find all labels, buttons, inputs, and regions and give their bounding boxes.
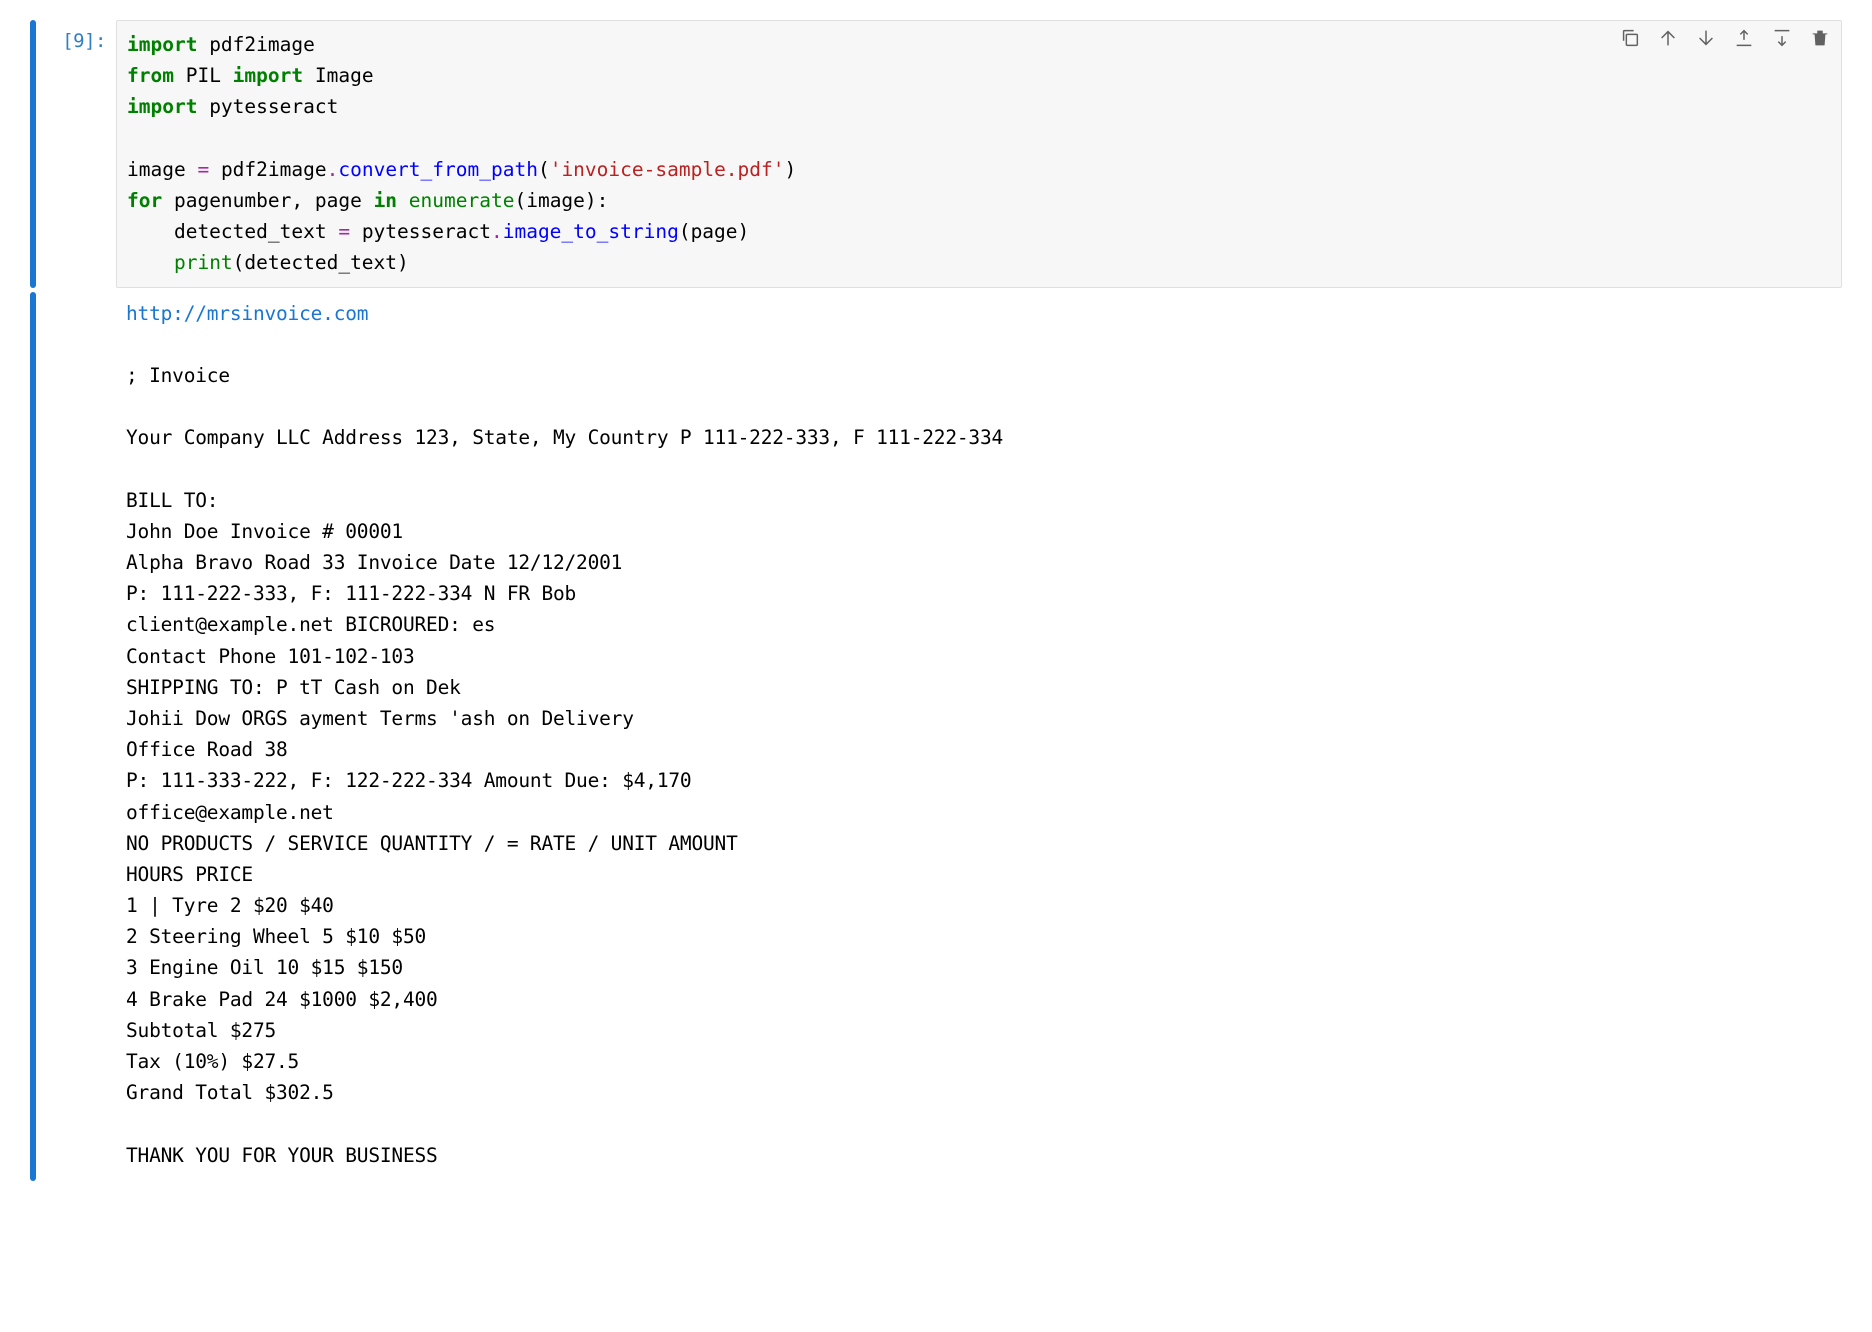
output-line: 2 Steering Wheel 5 $10 $50 (126, 921, 1832, 952)
output-line (126, 329, 1832, 360)
output-line (126, 1108, 1832, 1139)
output-line: 3 Engine Oil 10 $15 $150 (126, 952, 1832, 983)
cell-toolbar (1617, 25, 1833, 51)
output-line: John Doe Invoice # 00001 (126, 516, 1832, 547)
output-line: 4 Brake Pad 24 $1000 $2,400 (126, 984, 1832, 1015)
arrow-up-icon[interactable] (1655, 25, 1681, 51)
output-line: Contact Phone 101-102-103 (126, 641, 1832, 672)
output-line: 1 | Tyre 2 $20 $40 (126, 890, 1832, 921)
duplicate-icon[interactable] (1617, 25, 1643, 51)
output-area: http://mrsinvoice.com ; Invoice Your Com… (116, 292, 1842, 1181)
output-line: Your Company LLC Address 123, State, My … (126, 422, 1832, 453)
output-text: ; Invoice Your Company LLC Address 123, … (126, 329, 1832, 1171)
code-input-area[interactable]: import pdf2image from PIL import Image i… (116, 20, 1842, 288)
output-line: BILL TO: (126, 485, 1832, 516)
output-cell: http://mrsinvoice.com ; Invoice Your Com… (30, 292, 1842, 1181)
output-run-indicator (30, 292, 36, 1181)
output-line: P: 111-333-222, F: 122-222-334 Amount Du… (126, 765, 1832, 796)
arrow-down-icon[interactable] (1693, 25, 1719, 51)
output-line: Subtotal $275 (126, 1015, 1832, 1046)
output-line (126, 453, 1832, 484)
output-line: THANK YOU FOR YOUR BUSINESS (126, 1140, 1832, 1171)
output-line: Alpha Bravo Road 33 Invoice Date 12/12/2… (126, 547, 1832, 578)
code-content[interactable]: import pdf2image from PIL import Image i… (127, 29, 1831, 279)
output-line: Johii Dow ORGS ayment Terms 'ash on Deli… (126, 703, 1832, 734)
cell-prompt: [9]: (46, 20, 116, 288)
output-line: Grand Total $302.5 (126, 1077, 1832, 1108)
insert-below-icon[interactable] (1769, 25, 1795, 51)
output-line: HOURS PRICE (126, 859, 1832, 890)
output-line: P: 111-222-333, F: 111-222-334 N FR Bob (126, 578, 1832, 609)
insert-above-icon[interactable] (1731, 25, 1757, 51)
output-line: Tax (10%) $27.5 (126, 1046, 1832, 1077)
output-line: NO PRODUCTS / SERVICE QUANTITY / = RATE … (126, 828, 1832, 859)
output-link[interactable]: http://mrsinvoice.com (126, 302, 368, 325)
output-line: SHIPPING TO: P tT Cash on Dek (126, 672, 1832, 703)
output-line: office@example.net (126, 797, 1832, 828)
cell-run-indicator (30, 20, 36, 288)
code-cell: [9]: (30, 20, 1842, 288)
output-line (126, 391, 1832, 422)
output-prompt (46, 292, 116, 1181)
output-line: ; Invoice (126, 360, 1832, 391)
output-line: Office Road 38 (126, 734, 1832, 765)
output-line: client@example.net BICROURED: es (126, 609, 1832, 640)
trash-icon[interactable] (1807, 25, 1833, 51)
